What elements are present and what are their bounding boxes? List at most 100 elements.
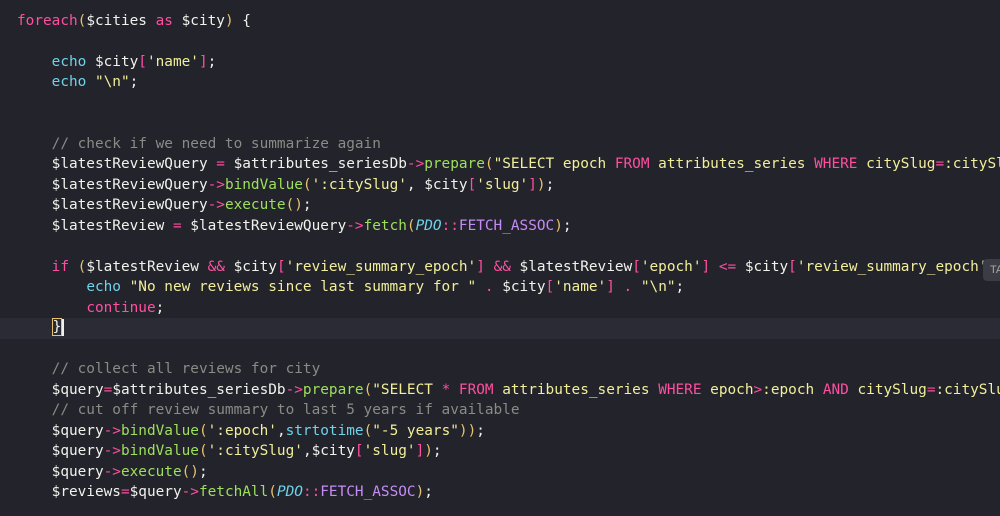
- code-token: :citySlug: [935, 381, 1000, 398]
- code-token: ->: [103, 443, 121, 459]
- code-token: ':citySlug': [207, 443, 303, 459]
- code-line[interactable]: [0, 113, 1000, 134]
- code-token: $query: [17, 443, 104, 459]
- code-line[interactable]: $latestReviewQuery = $attributes_seriesD…: [0, 154, 1000, 175]
- code-token: "\n": [640, 279, 676, 295]
- code-token: .: [484, 279, 494, 295]
- code-token: $query: [17, 381, 104, 398]
- code-line[interactable]: [0, 93, 1000, 114]
- code-token: bindValue: [224, 176, 303, 193]
- code-line[interactable]: continue;: [0, 298, 1000, 319]
- code-token: &&: [493, 258, 511, 275]
- code-token: )): [458, 422, 477, 439]
- code-line[interactable]: $reviews=$query->fetchAll(PDO::FETCH_ASS…: [0, 482, 1000, 503]
- code-token: ->: [103, 422, 121, 439]
- code-token: citySlug: [848, 381, 927, 398]
- code-token: ->: [406, 156, 425, 172]
- code-token: ;: [207, 53, 217, 70]
- code-token: ;: [432, 443, 442, 459]
- code-token: >: [753, 381, 763, 398]
- code-line[interactable]: $query->bindValue(':citySlug',$city['slu…: [0, 441, 1000, 462]
- code-token: ]: [415, 443, 425, 459]
- code-token: ;: [155, 299, 165, 316]
- code-token: ':epoch': [207, 422, 277, 439]
- code-line[interactable]: $latestReviewQuery->execute();: [0, 195, 1000, 216]
- code-token: attributes_series: [493, 381, 659, 398]
- code-token: echo: [51, 74, 87, 90]
- code-token: prepare: [424, 156, 485, 172]
- code-line[interactable]: $query->bindValue(':epoch',strtotime("-5…: [0, 421, 1000, 442]
- code-token: // check if we need to summarize again: [51, 135, 381, 152]
- code-token: :epoch: [762, 381, 823, 398]
- code-token: ':citySlug': [311, 176, 407, 193]
- code-token: $latestReview: [510, 258, 633, 275]
- code-token: bindValue: [120, 443, 199, 459]
- code-token: $city: [172, 12, 225, 29]
- code-token: $city: [493, 279, 546, 295]
- code-line[interactable]: foreach($cities as $city) {: [0, 11, 1000, 32]
- code-token: // collect all reviews for city: [51, 361, 321, 377]
- code-line[interactable]: echo "No new reviews since last summary …: [0, 277, 1000, 298]
- code-token: if: [51, 258, 69, 275]
- code-token: [: [467, 176, 477, 193]
- code-token: AND: [822, 381, 849, 398]
- code-token: , $city: [406, 176, 468, 193]
- code-token: ]: [476, 258, 485, 275]
- code-token: [: [788, 258, 797, 275]
- code-token: ,$city: [302, 443, 355, 459]
- code-token: execute: [120, 463, 182, 480]
- text-cursor: [62, 318, 65, 336]
- code-token: bindValue: [120, 422, 199, 439]
- code-token: (): [285, 197, 303, 213]
- code-token: ->: [207, 176, 225, 193]
- code-line[interactable]: [0, 31, 1000, 52]
- code-token: ]: [198, 53, 208, 70]
- code-line[interactable]: $latestReviewQuery->bindValue(':citySlug…: [0, 175, 1000, 196]
- code-token: citySlug: [857, 156, 936, 172]
- code-token: fetchAll: [198, 484, 269, 500]
- code-line[interactable]: // check if we need to summarize again: [0, 134, 1000, 155]
- code-token: <=: [718, 258, 737, 275]
- code-token: $query: [17, 463, 104, 480]
- code-token: ::: [302, 484, 321, 500]
- code-token: 'review_summary_epoch': [796, 258, 988, 275]
- code-token: $reviews: [17, 484, 121, 500]
- code-line[interactable]: echo "\n";: [0, 72, 1000, 93]
- code-token: [: [632, 258, 641, 275]
- code-line[interactable]: // collect all reviews for city: [0, 359, 1000, 380]
- code-token: FETCH_ASSOC: [320, 484, 416, 500]
- code-token: ->: [181, 484, 199, 500]
- code-token: ;: [129, 74, 139, 90]
- code-token: PDO: [276, 484, 303, 500]
- code-line[interactable]: }: [0, 318, 1000, 339]
- code-token: $attributes_seriesDb: [112, 381, 286, 398]
- code-editor[interactable]: foreach($cities as $city) { echo $city['…: [0, 0, 1000, 516]
- code-line[interactable]: $latestReview = $latestReviewQuery->fetc…: [0, 216, 1000, 237]
- code-token: ): [415, 484, 425, 500]
- code-token: WHERE: [814, 156, 858, 172]
- code-token: $latestReviewQuery: [17, 197, 208, 213]
- code-line[interactable]: // cut off review summary to last 5 year…: [0, 400, 1000, 421]
- code-token: epoch: [701, 381, 754, 398]
- code-line[interactable]: $query->execute();: [0, 462, 1000, 483]
- code-token: =: [216, 156, 225, 172]
- code-line[interactable]: echo $city['name'];: [0, 52, 1000, 73]
- code-token: (: [198, 422, 208, 439]
- code-token: :citySlug: [944, 156, 1000, 172]
- code-line[interactable]: if ($latestReview && $city['review_summa…: [0, 257, 1000, 278]
- code-token: ;: [675, 279, 685, 295]
- code-line[interactable]: $query=$attributes_seriesDb->prepare("SE…: [0, 380, 1000, 401]
- code-line[interactable]: [0, 236, 1000, 257]
- code-line[interactable]: [0, 339, 1000, 360]
- code-token: "SELECT epoch: [493, 156, 615, 172]
- code-token: [: [138, 53, 147, 70]
